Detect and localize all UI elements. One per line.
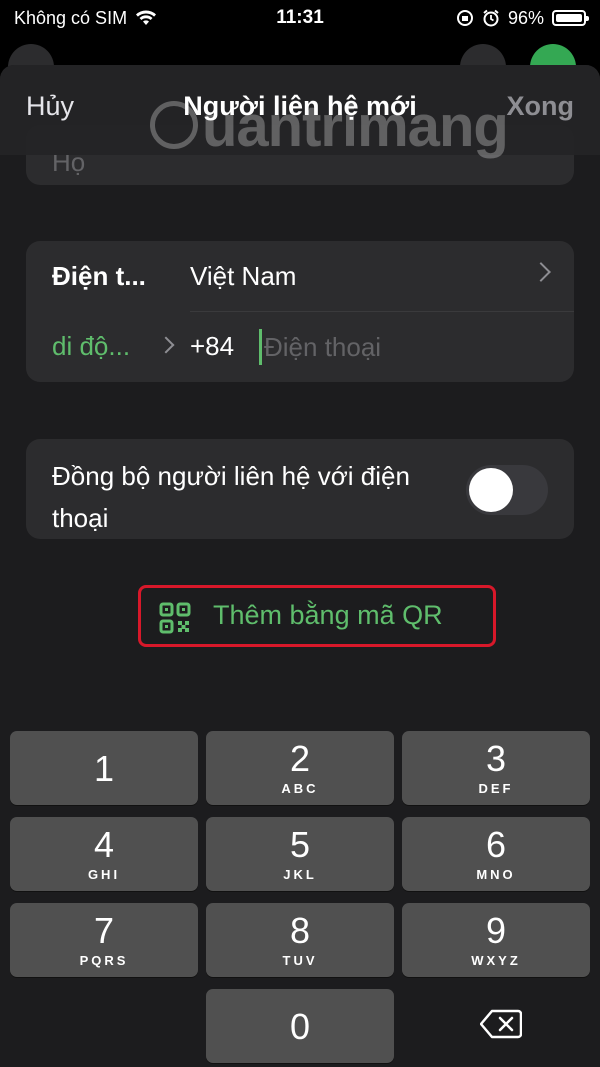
phone-type-selector[interactable]: di độ...	[52, 331, 130, 362]
key-8[interactable]: 8 TUV	[206, 903, 394, 977]
battery-icon	[552, 10, 589, 26]
carrier-label: Không có SIM	[14, 7, 128, 28]
country-code: +84	[190, 331, 235, 361]
key-digit: 2	[289, 738, 311, 779]
key-digit: 0	[289, 1006, 311, 1047]
done-button[interactable]: Xong	[507, 91, 575, 122]
key-digit: 5	[289, 824, 311, 865]
key-digit: 6	[485, 824, 507, 865]
battery-percent: 96%	[507, 7, 544, 28]
key-digit: 3	[485, 738, 507, 779]
chevron-right-icon	[531, 262, 551, 282]
key-digit: 4	[93, 824, 115, 865]
key-digit: 7	[93, 910, 115, 951]
key-4[interactable]: 4 GHI	[10, 817, 198, 891]
backspace-icon[interactable]	[480, 1009, 522, 1039]
phone-number-input[interactable]	[264, 327, 554, 367]
key-letters: PQRS	[79, 953, 129, 968]
chevron-right-icon	[157, 336, 175, 354]
key-9[interactable]: 9 WXYZ	[402, 903, 590, 977]
key-0[interactable]: 0	[206, 989, 394, 1063]
status-bar: Không có SIM 11:31 96%	[0, 0, 600, 36]
key-letters: TUV	[282, 953, 318, 968]
key-digit: 1	[93, 748, 115, 789]
key-7[interactable]: 7 PQRS	[10, 903, 198, 977]
key-digit: 8	[289, 910, 311, 951]
key-6[interactable]: 6 MNO	[402, 817, 590, 891]
qr-code-icon	[159, 602, 191, 634]
key-digit: 9	[485, 910, 507, 951]
key-letters: WXYZ	[471, 953, 521, 968]
numeric-keypad: 1 2 ABC 3 DEF 4 GHI 5 JKL 6 MNO 7 PQRS 8…	[0, 721, 600, 1067]
country-value: Việt Nam	[190, 261, 297, 291]
text-cursor	[259, 329, 262, 365]
qr-button-label: Thêm bằng mã QR	[213, 600, 443, 630]
add-by-qr-button[interactable]: Thêm bằng mã QR	[138, 585, 496, 647]
key-1[interactable]: 1	[10, 731, 198, 805]
sync-toggle[interactable]	[466, 465, 548, 515]
toggle-knob	[469, 468, 513, 512]
key-letters: DEF	[478, 781, 514, 796]
divider	[190, 311, 574, 312]
alarm-icon	[483, 9, 499, 27]
key-letters: ABC	[281, 781, 319, 796]
country-row[interactable]: Điện t... Việt Nam	[26, 241, 574, 311]
orientation-lock-icon	[456, 10, 473, 26]
key-3[interactable]: 3 DEF	[402, 731, 590, 805]
key-letters: JKL	[283, 867, 317, 882]
key-2[interactable]: 2 ABC	[206, 731, 394, 805]
sync-card: Đồng bộ người liên hệ với điện thoại	[26, 439, 574, 539]
key-5[interactable]: 5 JKL	[206, 817, 394, 891]
phone-label: Điện t...	[52, 261, 146, 291]
key-letters: MNO	[476, 867, 516, 882]
sync-label: Đồng bộ người liên hệ với điện thoại	[52, 461, 410, 533]
key-letters: GHI	[87, 867, 121, 882]
wifi-icon	[136, 10, 157, 25]
nav-bar: Hủy Người liên hệ mới Xong	[0, 65, 600, 155]
phone-card: Điện t... Việt Nam di độ... +84	[26, 241, 574, 382]
